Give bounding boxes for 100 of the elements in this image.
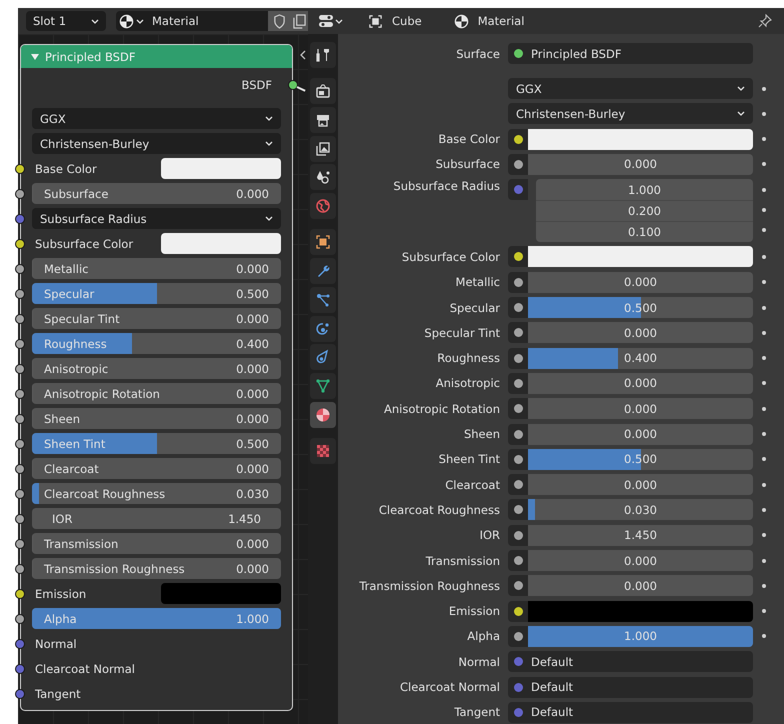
slot-dropdown[interactable]: Slot 1	[26, 11, 106, 31]
color-swatch[interactable]	[161, 158, 281, 179]
socket[interactable]	[15, 688, 25, 698]
properties-tab[interactable]	[310, 42, 336, 68]
dropdown[interactable]: GGX	[32, 108, 281, 129]
socket-button[interactable]	[508, 246, 528, 268]
color-swatch[interactable]	[528, 128, 753, 150]
socket[interactable]	[15, 164, 25, 174]
keyframe-dot-icon[interactable]	[762, 330, 766, 335]
keyframe-dot-icon[interactable]	[762, 609, 766, 614]
number-field[interactable]: 1.450	[528, 524, 753, 546]
socket[interactable]	[15, 588, 25, 598]
slider-field[interactable]: 0.400	[528, 348, 753, 369]
socket-button[interactable]	[508, 550, 528, 572]
socket-button[interactable]	[508, 297, 528, 318]
properties-tab[interactable]	[310, 402, 336, 428]
keyframe-dot-icon[interactable]	[762, 356, 766, 360]
color-swatch[interactable]	[528, 600, 753, 622]
shader-node[interactable]	[20, 44, 293, 711]
slider-field[interactable]: Sheen Tint 0.500	[32, 433, 281, 454]
expand-triangle-icon[interactable]	[31, 54, 39, 60]
slider-field[interactable]: Specular 0.500	[32, 283, 281, 304]
keyframe-dot-icon[interactable]	[762, 508, 766, 512]
socket[interactable]	[15, 438, 25, 448]
slider-field[interactable]: Clearcoat 0.000	[32, 458, 281, 479]
number-field[interactable]: IOR 1.450	[32, 508, 281, 529]
node-header[interactable]: Principled BSDF	[21, 45, 292, 68]
slider-field[interactable]: 0.000	[528, 424, 753, 445]
link-field[interactable]: Default	[508, 702, 753, 723]
socket[interactable]	[15, 288, 25, 298]
socket-button[interactable]	[508, 322, 528, 344]
socket-button[interactable]	[508, 424, 528, 445]
keyframe-dot-icon[interactable]	[762, 634, 766, 638]
slider-field[interactable]: 0.000	[528, 474, 753, 496]
keyframe-dot-icon[interactable]	[762, 112, 766, 116]
socket[interactable]	[15, 388, 25, 398]
material-type-dropdown[interactable]	[116, 11, 146, 31]
socket[interactable]	[15, 414, 25, 424]
socket-button[interactable]	[508, 474, 528, 496]
vector-field[interactable]: 0.200	[536, 201, 753, 222]
keyframe-dot-icon[interactable]	[762, 188, 766, 192]
socket[interactable]	[15, 614, 25, 624]
properties-tab[interactable]	[310, 258, 336, 284]
color-swatch[interactable]	[528, 246, 753, 268]
keyframe-dot-icon[interactable]	[762, 228, 766, 232]
socket-button[interactable]	[508, 448, 528, 470]
socket-button[interactable]	[508, 398, 528, 420]
properties-tab[interactable]	[310, 164, 336, 190]
socket-button[interactable]	[508, 499, 528, 520]
link-field[interactable]: Default	[508, 651, 753, 672]
link-field[interactable]: Default	[508, 676, 753, 698]
socket[interactable]	[15, 638, 25, 648]
socket-button[interactable]	[508, 154, 528, 175]
socket[interactable]	[15, 314, 25, 324]
slider-field[interactable]: Anisotropic Rotation 0.000	[32, 383, 281, 404]
fake-user-button[interactable]	[268, 11, 290, 31]
keyframe-dot-icon[interactable]	[762, 584, 766, 588]
slider-field[interactable]: Subsurface 0.000	[32, 183, 281, 204]
link-field[interactable]: Principled BSDF	[508, 43, 753, 64]
socket-button[interactable]	[508, 600, 528, 622]
slider-field[interactable]: 0.000	[528, 154, 753, 175]
keyframe-dot-icon[interactable]	[762, 533, 766, 538]
socket[interactable]	[15, 664, 25, 674]
slider-field[interactable]: 0.000	[528, 550, 753, 572]
slider-field[interactable]: Alpha 1.000	[32, 608, 281, 629]
socket-button[interactable]	[508, 272, 528, 293]
material-name-field[interactable]: Material	[146, 11, 268, 31]
socket[interactable]	[15, 238, 25, 248]
slider-field[interactable]: 0.000	[528, 272, 753, 293]
keyframe-dot-icon[interactable]	[762, 406, 766, 411]
socket-button[interactable]	[508, 372, 528, 394]
properties-tab[interactable]	[310, 229, 336, 256]
slider-field[interactable]: 0.000	[528, 322, 753, 344]
slider-field[interactable]: 0.000	[528, 372, 753, 394]
properties-tab[interactable]	[310, 286, 336, 313]
socket-button[interactable]	[508, 128, 528, 150]
slider-field[interactable]: Roughness 0.400	[32, 333, 281, 354]
socket-button[interactable]	[508, 575, 528, 596]
socket[interactable]	[15, 464, 25, 474]
slider-field[interactable]: Metallic 0.000	[32, 258, 281, 279]
slider-field[interactable]: Specular Tint 0.000	[32, 308, 281, 329]
dropdown[interactable]: Christensen-Burley	[32, 133, 281, 154]
socket[interactable]	[15, 264, 25, 274]
properties-tab[interactable]	[310, 78, 336, 104]
keyframe-dot-icon[interactable]	[762, 208, 766, 212]
socket-button[interactable]	[508, 626, 528, 647]
socket[interactable]	[15, 488, 25, 498]
slider-field[interactable]: 0.000	[528, 575, 753, 596]
vector-field[interactable]: 1.000	[536, 179, 753, 202]
dropdown[interactable]: GGX	[508, 78, 753, 99]
keyframe-dot-icon[interactable]	[762, 558, 766, 563]
socket-button[interactable]	[508, 524, 528, 546]
keyframe-dot-icon[interactable]	[762, 432, 766, 436]
socket[interactable]	[15, 514, 25, 524]
keyframe-dot-icon[interactable]	[762, 457, 766, 462]
vector-field[interactable]: 0.100	[536, 222, 753, 242]
pin-icon[interactable]	[758, 14, 772, 28]
slider-field[interactable]: 0.030	[528, 499, 753, 520]
properties-tab[interactable]	[310, 316, 336, 342]
slider-field[interactable]: 0.000	[528, 398, 753, 420]
